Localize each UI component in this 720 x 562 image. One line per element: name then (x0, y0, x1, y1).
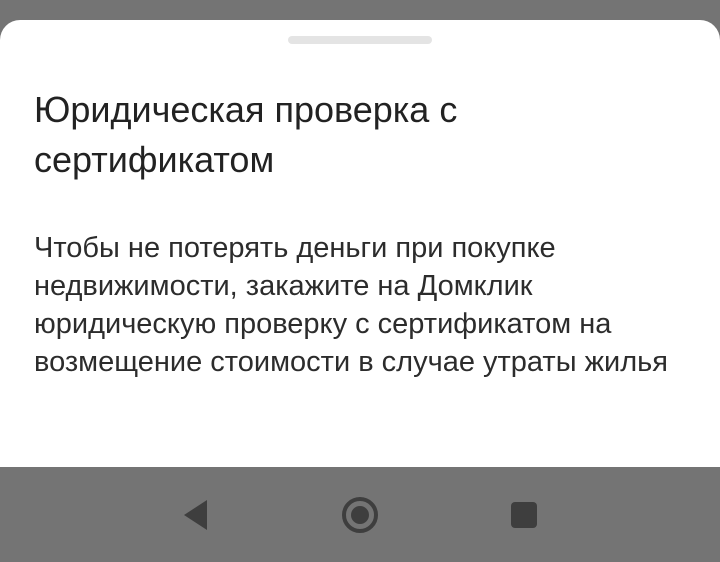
sheet-drag-handle[interactable] (288, 36, 432, 44)
nav-home-button[interactable] (340, 495, 380, 535)
screen: Юридическая проверка с сертификатом Чтоб… (0, 0, 720, 562)
square-recents-icon (511, 502, 537, 528)
circle-home-icon (342, 497, 378, 533)
triangle-back-icon (184, 500, 207, 530)
nav-back-button[interactable] (176, 495, 216, 535)
sheet-title: Юридическая проверка с сертификатом (34, 89, 458, 180)
sheet-description: Чтобы не потерять деньги при покупке нед… (34, 232, 668, 378)
bottom-sheet: Юридическая проверка с сертификатом Чтоб… (0, 20, 720, 467)
nav-recents-button[interactable] (504, 495, 544, 535)
system-navigation-bar (0, 467, 720, 562)
